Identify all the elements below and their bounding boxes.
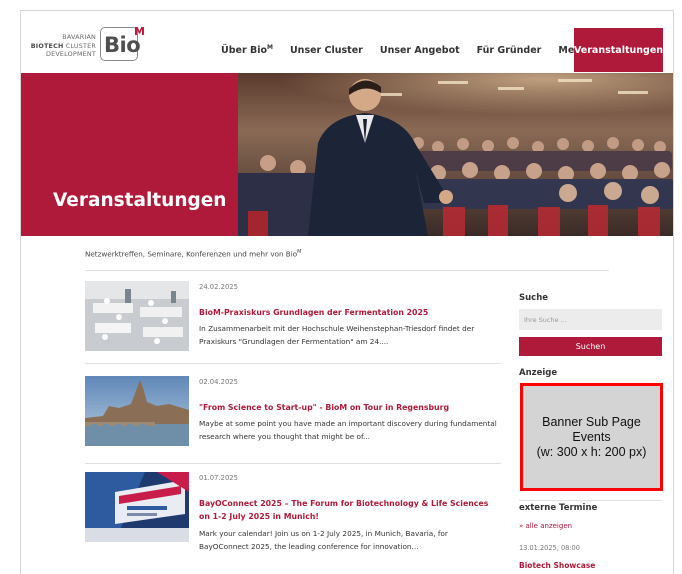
event-thumbnail-lab[interactable] — [85, 281, 189, 351]
search-button[interactable]: Suchen — [519, 337, 662, 356]
event-title-link[interactable]: BioM-Praxiskurs Grundlagen der Fermentat… — [199, 306, 499, 319]
hero-red-panel: Veranstaltungen — [21, 73, 238, 236]
logo-brand-sup: M — [134, 25, 145, 38]
divider — [85, 463, 501, 464]
logo-line-2-rest: CLUSTER — [63, 41, 96, 50]
show-all-link[interactable]: » alle anzeigen — [519, 522, 572, 530]
intro-text: Netzwerktreffen, Seminare, Konferenzen u… — [85, 249, 301, 258]
event-title-link[interactable]: BayOConnect 2025 – The Forum for Biotech… — [199, 497, 499, 523]
nav-item-unser-cluster[interactable]: Unser Cluster — [290, 45, 363, 56]
logo-mark: Bio M — [100, 25, 145, 61]
external-event-date: 13.01.2025, 08:00 — [519, 544, 580, 552]
divider — [519, 500, 662, 501]
event-thumbnail-bayoconnect[interactable] — [85, 472, 189, 542]
hero-photo-conference-speaker — [238, 73, 673, 236]
ad-banner-text: Banner Sub Page Events (w: 300 x h: 200 … — [537, 415, 647, 460]
event-item: 02.04.2025 "From Science to Start-up" - … — [85, 376, 501, 464]
nav-item-unser-angebot[interactable]: Unser Angebot — [380, 45, 460, 56]
ad-line-3: (w: 300 x h: 200 px) — [536, 444, 647, 459]
logo-wordmark: BAVARIAN BIOTECH CLUSTER DEVELOPMENT — [21, 33, 96, 59]
nav-item-ueber-biom[interactable]: Über BioM — [221, 44, 273, 56]
external-event-title-link[interactable]: Biotech Showcase — [519, 561, 595, 570]
event-item: 01.07.2025 BayOConnect 2025 – The Forum … — [85, 472, 501, 572]
logo-line-1: BAVARIAN — [62, 33, 96, 41]
intro-sup: M — [297, 249, 302, 255]
page-title: Veranstaltungen — [53, 190, 227, 211]
event-item: 24.02.2025 BioM-Praxiskurs Grundlagen de… — [85, 281, 501, 364]
search-heading: Suche — [519, 293, 549, 303]
logo-line-3: DEVELOPMENT — [45, 50, 96, 59]
main-nav: Über BioM Unser Cluster Unser Angebot Fü… — [221, 28, 632, 72]
logo-line-2-bold: BIOTECH — [30, 41, 64, 50]
logo-line-2: BIOTECH CLUSTER — [21, 41, 96, 51]
ad-line-2: Events — [572, 429, 611, 444]
event-date: 24.02.2025 — [199, 283, 238, 291]
nav-label: Über Bio — [221, 45, 267, 57]
divider — [85, 363, 501, 364]
biom-logo[interactable]: BAVARIAN BIOTECH CLUSTER DEVELOPMENT Bio… — [21, 25, 150, 65]
page: BAVARIAN BIOTECH CLUSTER DEVELOPMENT Bio… — [20, 10, 674, 574]
ad-banner-placeholder[interactable]: Banner Sub Page Events (w: 300 x h: 200 … — [520, 383, 663, 491]
event-title-link[interactable]: "From Science to Start-up" - BioM on Tou… — [199, 401, 499, 414]
ad-line-1: Banner Sub Page — [542, 414, 641, 429]
search-input[interactable]: Ihre Suche ... — [519, 309, 662, 330]
nav-item-veranstaltungen-active[interactable]: Veranstaltungen — [574, 28, 663, 72]
intro-label: Netzwerktreffen, Seminare, Konferenzen u… — [85, 249, 298, 259]
event-excerpt: In Zusammenarbeit mit der Hochschule Wei… — [199, 324, 475, 346]
event-date: 02.04.2025 — [199, 378, 238, 386]
ad-heading: Anzeige — [519, 368, 558, 378]
divider — [85, 270, 609, 271]
event-excerpt: Mark your calendar! Join us on 1-2 July … — [199, 529, 448, 551]
nav-label-sup: M — [266, 43, 273, 51]
external-events-heading: externe Termine — [519, 503, 598, 513]
event-date: 01.07.2025 — [199, 474, 238, 482]
nav-item-fuer-gruender[interactable]: Für Gründer — [477, 45, 542, 56]
event-thumbnail-regensburg[interactable] — [85, 376, 189, 446]
hero-banner: Veranstaltungen — [21, 73, 673, 236]
event-excerpt: Maybe at some point you have made an imp… — [199, 419, 497, 441]
